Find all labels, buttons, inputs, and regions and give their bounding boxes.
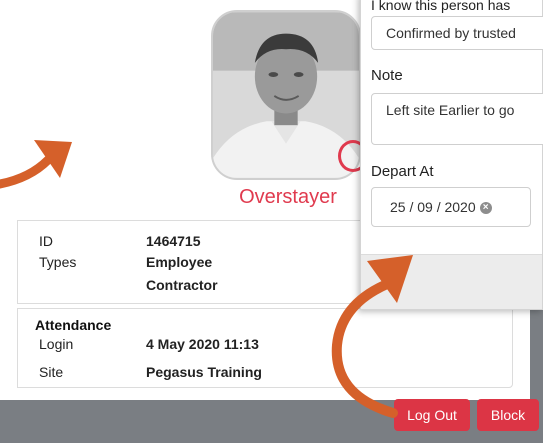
types-label: Types [39, 254, 77, 270]
depart-date-value: 25 / 09 / 2020 [390, 199, 476, 215]
status-label: Overstayer [239, 186, 337, 208]
attendance-card: Attendance Login 4 May 2020 11:13 Site P… [17, 308, 513, 388]
login-value: 4 May 2020 11:13 [146, 336, 259, 352]
id-value: 1464715 [146, 233, 201, 249]
person-photo-image [213, 12, 359, 178]
block-button[interactable]: Block [477, 399, 539, 431]
site-value: Pegasus Training [146, 364, 262, 380]
note-textarea[interactable]: Left site Earlier to go [371, 93, 543, 145]
login-label: Login [39, 336, 74, 352]
reason-label: I know this person has [371, 0, 511, 13]
depart-at-label: Depart At [371, 163, 434, 180]
depart-date-input[interactable]: 25 / 09 / 2020 × [371, 187, 531, 227]
type-employee: Employee [146, 254, 213, 270]
attendance-title: Attendance [35, 317, 112, 333]
site-label: Site [39, 364, 64, 380]
reason-select[interactable]: Confirmed by trusted [371, 16, 543, 50]
type-contractor: Contractor [146, 277, 218, 293]
arrow-curve-icon [331, 255, 413, 418]
id-label: ID [39, 233, 53, 249]
arrow-left-icon [0, 140, 72, 189]
note-label: Note [371, 67, 403, 84]
clear-icon[interactable]: × [479, 202, 492, 215]
